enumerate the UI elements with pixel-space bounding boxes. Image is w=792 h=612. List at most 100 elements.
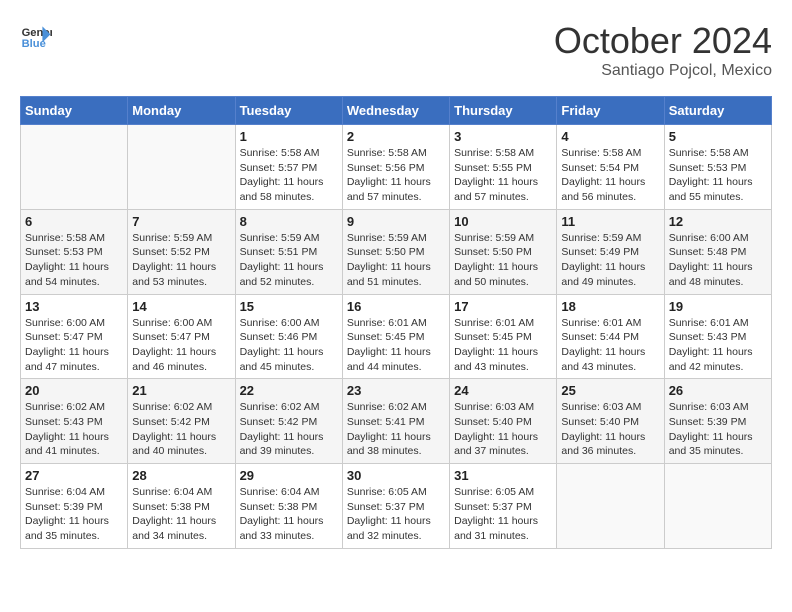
day-number: 25 xyxy=(561,383,659,398)
day-number: 24 xyxy=(454,383,552,398)
day-info: Sunrise: 6:03 AM Sunset: 5:39 PM Dayligh… xyxy=(669,400,767,459)
day-number: 19 xyxy=(669,299,767,314)
calendar-cell: 8 Sunrise: 5:59 AM Sunset: 5:51 PM Daylig… xyxy=(235,209,342,294)
day-number: 23 xyxy=(347,383,445,398)
calendar-cell: 25 Sunrise: 6:03 AM Sunset: 5:40 PM Dayli… xyxy=(557,379,664,464)
day-info: Sunrise: 6:02 AM Sunset: 5:43 PM Dayligh… xyxy=(25,400,123,459)
day-info: Sunrise: 5:58 AM Sunset: 5:54 PM Dayligh… xyxy=(561,146,659,205)
day-info: Sunrise: 6:01 AM Sunset: 5:45 PM Dayligh… xyxy=(454,316,552,375)
day-number: 4 xyxy=(561,129,659,144)
day-number: 9 xyxy=(347,214,445,229)
calendar-cell: 28 Sunrise: 6:04 AM Sunset: 5:38 PM Dayli… xyxy=(128,464,235,549)
day-info: Sunrise: 6:03 AM Sunset: 5:40 PM Dayligh… xyxy=(561,400,659,459)
day-number: 3 xyxy=(454,129,552,144)
calendar-week-2: 6 Sunrise: 5:58 AM Sunset: 5:53 PM Daylig… xyxy=(21,209,772,294)
calendar-cell: 14Sunrise: 6:00 AM Sunset: 5:47 PM Dayli… xyxy=(128,294,235,379)
month-title: October 2024 xyxy=(554,20,772,62)
day-number: 26 xyxy=(669,383,767,398)
weekday-header-friday: Friday xyxy=(557,97,664,125)
day-info: Sunrise: 5:58 AM Sunset: 5:53 PM Dayligh… xyxy=(669,146,767,205)
day-info: Sunrise: 5:58 AM Sunset: 5:53 PM Dayligh… xyxy=(25,231,123,290)
calendar-cell: 10Sunrise: 5:59 AM Sunset: 5:50 PM Dayli… xyxy=(450,209,557,294)
day-info: Sunrise: 6:01 AM Sunset: 5:45 PM Dayligh… xyxy=(347,316,445,375)
calendar-week-5: 27 Sunrise: 6:04 AM Sunset: 5:39 PM Dayli… xyxy=(21,464,772,549)
calendar-cell: 4 Sunrise: 5:58 AM Sunset: 5:54 PM Daylig… xyxy=(557,125,664,210)
calendar-cell: 11 Sunrise: 5:59 AM Sunset: 5:49 PM Dayli… xyxy=(557,209,664,294)
calendar-week-3: 13 Sunrise: 6:00 AM Sunset: 5:47 PM Dayli… xyxy=(21,294,772,379)
weekday-header-monday: Monday xyxy=(128,97,235,125)
calendar-cell: 9Sunrise: 5:59 AM Sunset: 5:50 PM Daylig… xyxy=(342,209,449,294)
day-number: 29 xyxy=(240,468,338,483)
calendar-cell xyxy=(128,125,235,210)
calendar-header-row: SundayMondayTuesdayWednesdayThursdayFrid… xyxy=(21,97,772,125)
day-info: Sunrise: 6:00 AM Sunset: 5:47 PM Dayligh… xyxy=(25,316,123,375)
weekday-header-wednesday: Wednesday xyxy=(342,97,449,125)
day-number: 2 xyxy=(347,129,445,144)
day-info: Sunrise: 6:05 AM Sunset: 5:37 PM Dayligh… xyxy=(347,485,445,544)
day-number: 8 xyxy=(240,214,338,229)
logo-icon: General Blue xyxy=(20,20,52,52)
logo: General Blue xyxy=(20,20,52,52)
calendar-cell: 2Sunrise: 5:58 AM Sunset: 5:56 PM Daylig… xyxy=(342,125,449,210)
day-info: Sunrise: 5:58 AM Sunset: 5:57 PM Dayligh… xyxy=(240,146,338,205)
calendar-cell xyxy=(21,125,128,210)
day-info: Sunrise: 6:04 AM Sunset: 5:38 PM Dayligh… xyxy=(240,485,338,544)
calendar-cell: 12Sunrise: 6:00 AM Sunset: 5:48 PM Dayli… xyxy=(664,209,771,294)
day-info: Sunrise: 6:01 AM Sunset: 5:43 PM Dayligh… xyxy=(669,316,767,375)
day-number: 27 xyxy=(25,468,123,483)
page-header: General Blue October 2024 Santiago Pojco… xyxy=(20,20,772,80)
day-number: 18 xyxy=(561,299,659,314)
calendar-cell: 22 Sunrise: 6:02 AM Sunset: 5:42 PM Dayli… xyxy=(235,379,342,464)
calendar-cell: 21 Sunrise: 6:02 AM Sunset: 5:42 PM Dayli… xyxy=(128,379,235,464)
day-info: Sunrise: 5:59 AM Sunset: 5:49 PM Dayligh… xyxy=(561,231,659,290)
calendar-cell: 30 Sunrise: 6:05 AM Sunset: 5:37 PM Dayli… xyxy=(342,464,449,549)
calendar-cell: 24 Sunrise: 6:03 AM Sunset: 5:40 PM Dayli… xyxy=(450,379,557,464)
day-info: Sunrise: 6:03 AM Sunset: 5:40 PM Dayligh… xyxy=(454,400,552,459)
calendar-week-1: 1 Sunrise: 5:58 AM Sunset: 5:57 PM Daylig… xyxy=(21,125,772,210)
weekday-header-sunday: Sunday xyxy=(21,97,128,125)
calendar-table: SundayMondayTuesdayWednesdayThursdayFrid… xyxy=(20,96,772,549)
day-number: 13 xyxy=(25,299,123,314)
day-info: Sunrise: 6:02 AM Sunset: 5:42 PM Dayligh… xyxy=(240,400,338,459)
day-number: 15 xyxy=(240,299,338,314)
day-number: 5 xyxy=(669,129,767,144)
day-number: 17 xyxy=(454,299,552,314)
calendar-cell: 17 Sunrise: 6:01 AM Sunset: 5:45 PM Dayli… xyxy=(450,294,557,379)
title-block: October 2024 Santiago Pojcol, Mexico xyxy=(554,20,772,80)
day-number: 6 xyxy=(25,214,123,229)
day-info: Sunrise: 6:00 AM Sunset: 5:48 PM Dayligh… xyxy=(669,231,767,290)
day-number: 22 xyxy=(240,383,338,398)
calendar-cell xyxy=(557,464,664,549)
day-info: Sunrise: 6:00 AM Sunset: 5:46 PM Dayligh… xyxy=(240,316,338,375)
calendar-cell: 23Sunrise: 6:02 AM Sunset: 5:41 PM Dayli… xyxy=(342,379,449,464)
calendar-cell: 6 Sunrise: 5:58 AM Sunset: 5:53 PM Daylig… xyxy=(21,209,128,294)
day-info: Sunrise: 6:04 AM Sunset: 5:39 PM Dayligh… xyxy=(25,485,123,544)
calendar-cell: 18Sunrise: 6:01 AM Sunset: 5:44 PM Dayli… xyxy=(557,294,664,379)
weekday-header-thursday: Thursday xyxy=(450,97,557,125)
day-number: 10 xyxy=(454,214,552,229)
day-number: 30 xyxy=(347,468,445,483)
calendar-cell: 29 Sunrise: 6:04 AM Sunset: 5:38 PM Dayli… xyxy=(235,464,342,549)
calendar-cell xyxy=(664,464,771,549)
calendar-cell: 15 Sunrise: 6:00 AM Sunset: 5:46 PM Dayli… xyxy=(235,294,342,379)
day-info: Sunrise: 6:02 AM Sunset: 5:42 PM Dayligh… xyxy=(132,400,230,459)
day-info: Sunrise: 6:04 AM Sunset: 5:38 PM Dayligh… xyxy=(132,485,230,544)
calendar-cell: 7Sunrise: 5:59 AM Sunset: 5:52 PM Daylig… xyxy=(128,209,235,294)
day-number: 1 xyxy=(240,129,338,144)
day-number: 20 xyxy=(25,383,123,398)
calendar-cell: 26 Sunrise: 6:03 AM Sunset: 5:39 PM Dayli… xyxy=(664,379,771,464)
day-number: 28 xyxy=(132,468,230,483)
calendar-cell: 1 Sunrise: 5:58 AM Sunset: 5:57 PM Daylig… xyxy=(235,125,342,210)
day-number: 21 xyxy=(132,383,230,398)
day-number: 11 xyxy=(561,214,659,229)
calendar-cell: 16 Sunrise: 6:01 AM Sunset: 5:45 PM Dayli… xyxy=(342,294,449,379)
weekday-header-tuesday: Tuesday xyxy=(235,97,342,125)
calendar-week-4: 20 Sunrise: 6:02 AM Sunset: 5:43 PM Dayli… xyxy=(21,379,772,464)
day-number: 16 xyxy=(347,299,445,314)
calendar-cell: 5 Sunrise: 5:58 AM Sunset: 5:53 PM Daylig… xyxy=(664,125,771,210)
day-info: Sunrise: 5:59 AM Sunset: 5:51 PM Dayligh… xyxy=(240,231,338,290)
day-info: Sunrise: 6:00 AM Sunset: 5:47 PM Dayligh… xyxy=(132,316,230,375)
calendar-cell: 3Sunrise: 5:58 AM Sunset: 5:55 PM Daylig… xyxy=(450,125,557,210)
day-number: 31 xyxy=(454,468,552,483)
svg-text:Blue: Blue xyxy=(22,38,46,50)
